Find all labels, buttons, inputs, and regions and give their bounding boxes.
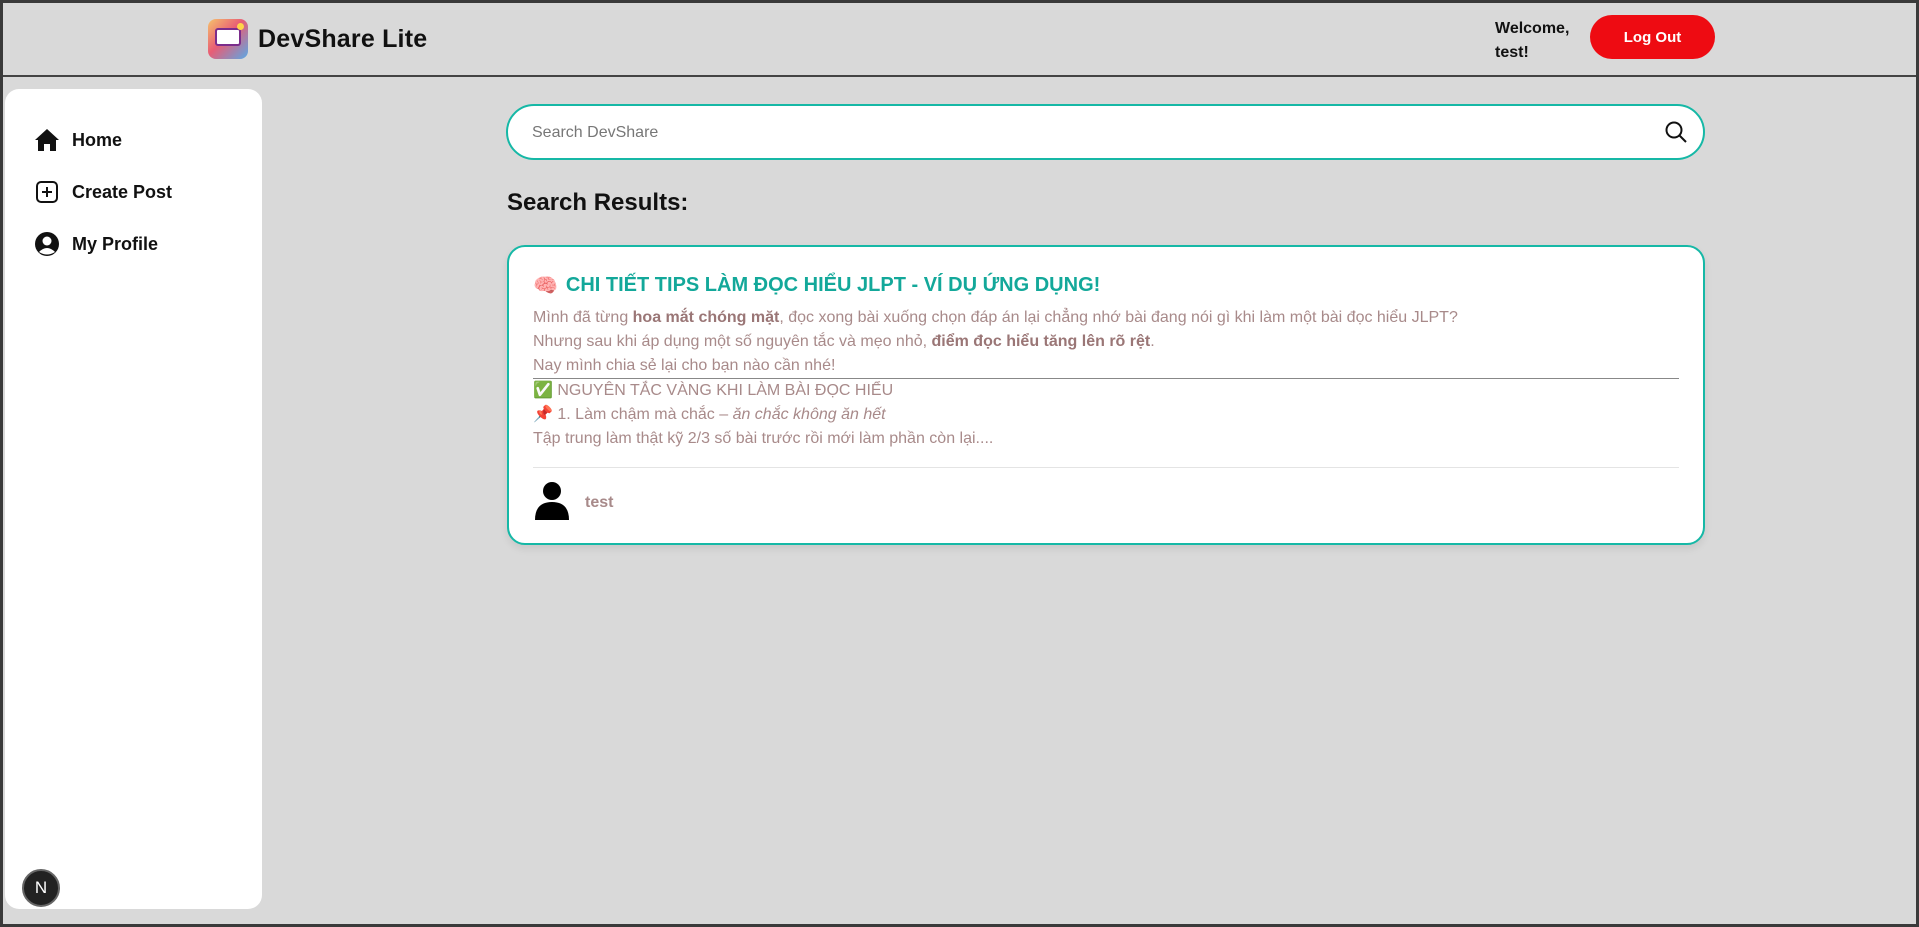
sidebar: Home Create Post My Profile xyxy=(5,89,262,909)
sidebar-item-home[interactable]: Home xyxy=(34,127,122,153)
card-divider xyxy=(533,467,1679,468)
user-circle-icon xyxy=(34,231,60,257)
sidebar-item-label: Home xyxy=(72,129,123,150)
author-name: test xyxy=(585,493,614,511)
sidebar-item-label: My Profile xyxy=(72,233,159,254)
post-title-text: CHI TIẾT TIPS LÀM ĐỌC HIỂU JLPT - VÍ DỤ … xyxy=(565,274,1101,296)
logout-button[interactable]: Log Out xyxy=(1590,15,1715,59)
results-title: Search Results: xyxy=(507,189,689,216)
search-icon[interactable] xyxy=(1663,119,1689,145)
search-input[interactable] xyxy=(530,118,1634,148)
plus-square-icon xyxy=(34,179,60,205)
home-icon xyxy=(34,127,60,153)
top-bar: DevShare Lite Welcome, test! Log Out xyxy=(3,3,1916,77)
user-icon xyxy=(533,480,571,525)
excerpt-line: 📌 1. Làm chậm mà chắc – ăn chắc không ăn… xyxy=(533,406,886,423)
welcome-text: Welcome, test! xyxy=(1495,20,1570,61)
brand-name: DevShare Lite xyxy=(258,24,428,53)
logo-icon xyxy=(208,19,248,59)
sidebar-item-create-post[interactable]: Create Post xyxy=(34,179,172,205)
excerpt-line: Mình đã từng hoa mắt chóng mặt, đọc xong… xyxy=(533,309,1458,326)
check-icon: ✅ xyxy=(533,382,553,399)
brain-icon: 🧠 xyxy=(533,275,558,297)
search-bar xyxy=(506,104,1705,160)
excerpt-line: ✅ NGUYÊN TẮC VÀNG KHI LÀM BÀI ĐỌC HIỂU xyxy=(533,382,894,399)
post-excerpt: Mình đã từng hoa mắt chóng mặt, đọc xong… xyxy=(533,306,1679,451)
n-badge-button[interactable]: N xyxy=(22,869,60,907)
excerpt-line: Nhưng sau khi áp dụng một số nguyên tắc … xyxy=(533,333,1155,350)
sidebar-item-my-profile[interactable]: My Profile xyxy=(34,231,158,257)
post-title[interactable]: 🧠 CHI TIẾT TIPS LÀM ĐỌC HIỂU JLPT - VÍ D… xyxy=(533,273,1100,298)
excerpt-line: Tập trung làm thật kỹ 2/3 số bài trước r… xyxy=(533,430,994,447)
sidebar-item-label: Create Post xyxy=(72,181,173,202)
post-card[interactable]: 🧠 CHI TIẾT TIPS LÀM ĐỌC HIỂU JLPT - VÍ D… xyxy=(507,245,1705,545)
pin-icon: 📌 xyxy=(533,406,553,423)
post-author[interactable]: test xyxy=(533,480,613,525)
excerpt-line: Nay mình chia sẻ lại cho bạn nào cần nhé… xyxy=(533,357,836,374)
brand[interactable]: DevShare Lite xyxy=(208,19,427,59)
